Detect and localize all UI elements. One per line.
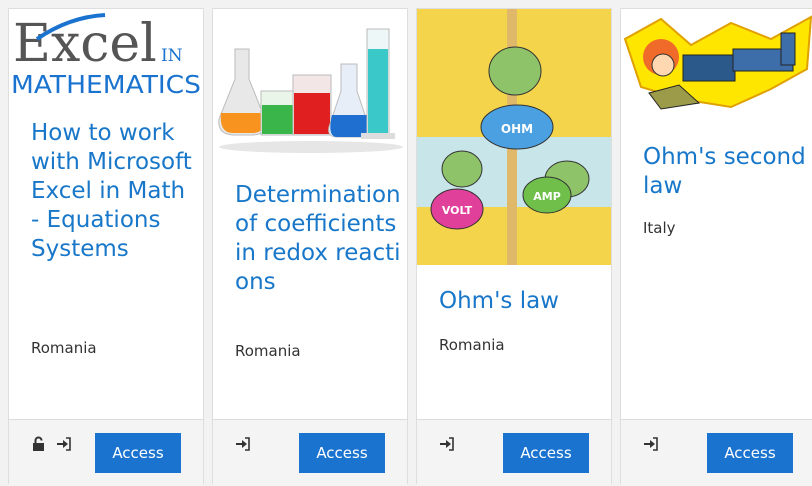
access-button[interactable]: Access [707,433,793,473]
ohm-law-cartoon-image: OHM VOLT AMP [417,9,611,265]
course-card: Ohm's second law Italy Access [620,8,812,486]
lab-glassware-image [213,9,407,157]
sign-in-icon [440,437,454,451]
ohm-label: OHM [501,122,533,136]
sign-in-icon [236,437,250,451]
course-country: Italy [643,219,676,237]
course-image[interactable]: OHM VOLT AMP [417,9,611,265]
course-image[interactable] [621,9,812,119]
access-button[interactable]: Access [503,433,589,473]
amp-label: AMP [533,190,561,203]
course-country: Romania [439,336,505,354]
excel-in-mathematics-logo: Excel IN MATHEMATICS [11,13,201,99]
course-title[interactable]: Ohm's second law [643,143,812,201]
course-card: Excel IN MATHEMATICS How to work with Mi… [8,8,204,486]
course-card: OHM VOLT AMP Ohm's law Romania Access [416,8,612,486]
volt-label: VOLT [442,204,473,217]
course-image[interactable] [213,9,407,157]
course-title[interactable]: Determination of coefficients in redox r… [235,181,405,297]
unlock-icon [33,436,44,451]
sign-in-icon [57,437,71,451]
logo-sub-text: MATHEMATICS [11,70,201,99]
access-button[interactable]: Access [95,433,181,473]
course-country: Romania [235,342,301,360]
access-button[interactable]: Access [299,433,385,473]
logo-main-text: Excel [13,14,157,74]
logo-in-text: IN [161,46,183,66]
course-country: Romania [31,339,97,357]
course-logo[interactable]: Excel IN MATHEMATICS [9,9,203,109]
course-title[interactable]: Ohm's law [439,287,605,316]
sign-in-icon [644,437,658,451]
electric-shock-cartoon-image [621,9,812,119]
course-title[interactable]: How to work with Microsoft Excel in Math… [31,119,197,264]
course-card: Determination of coefficients in redox r… [212,8,408,486]
